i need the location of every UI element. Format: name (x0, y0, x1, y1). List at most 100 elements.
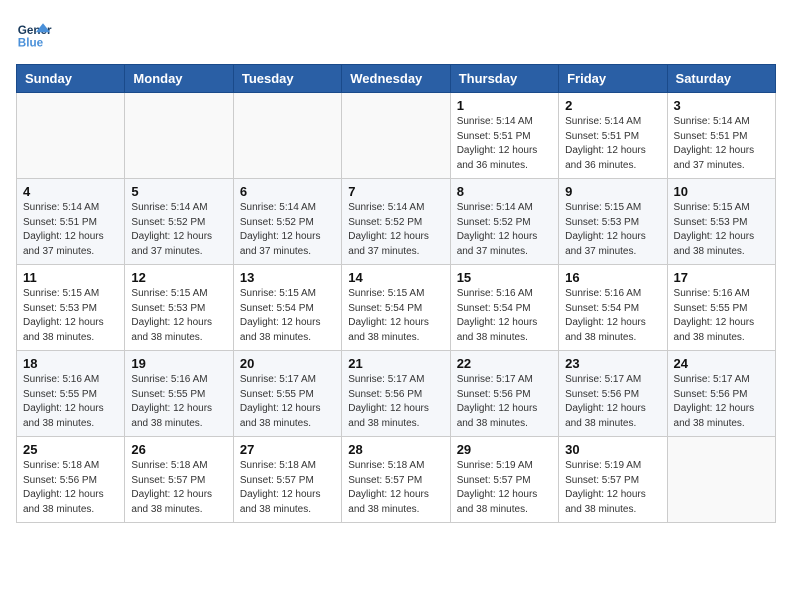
day-info: Sunrise: 5:15 AMSunset: 5:53 PMDaylight:… (131, 287, 226, 345)
calendar-day-cell (667, 437, 775, 523)
day-number: 5 (131, 184, 226, 199)
calendar-day-cell: 26Sunrise: 5:18 AMSunset: 5:57 PMDayligh… (125, 437, 233, 523)
logo: General Blue (16, 16, 58, 52)
day-number: 20 (240, 356, 335, 371)
day-number: 15 (457, 270, 552, 285)
calendar-week-row: 25Sunrise: 5:18 AMSunset: 5:56 PMDayligh… (17, 437, 776, 523)
day-number: 28 (348, 442, 443, 457)
weekday-header: Wednesday (342, 65, 450, 93)
day-info: Sunrise: 5:14 AMSunset: 5:52 PMDaylight:… (457, 201, 552, 259)
day-number: 26 (131, 442, 226, 457)
day-number: 14 (348, 270, 443, 285)
calendar-day-cell: 21 Sunrise: 5:17 AMSunset: 5:56 PMDayligh… (342, 351, 450, 437)
calendar-day-cell: 11 Sunrise: 5:15 AMSunset: 5:53 PMDayligh… (17, 265, 125, 351)
calendar-day-cell: 16Sunrise: 5:16 AMSunset: 5:54 PMDayligh… (559, 265, 667, 351)
calendar-day-cell: 24 Sunrise: 5:17 AMSunset: 5:56 PMDayligh… (667, 351, 775, 437)
day-number: 24 (674, 356, 769, 371)
day-info: Sunrise: 5:18 AMSunset: 5:56 PMDaylight:… (23, 459, 118, 517)
calendar-day-cell: 30 Sunrise: 5:19 AMSunset: 5:57 PMDayligh… (559, 437, 667, 523)
day-number: 9 (565, 184, 660, 199)
calendar-header-row: SundayMondayTuesdayWednesdayThursdayFrid… (17, 65, 776, 93)
day-info: Sunrise: 5:14 AMSunset: 5:51 PMDaylight:… (457, 115, 552, 173)
day-info: Sunrise: 5:15 AMSunset: 5:54 PMDaylight:… (348, 287, 443, 345)
day-number: 13 (240, 270, 335, 285)
day-number: 10 (674, 184, 769, 199)
day-info: Sunrise: 5:18 AMSunset: 5:57 PMDaylight:… (348, 459, 443, 517)
day-number: 7 (348, 184, 443, 199)
weekday-header: Friday (559, 65, 667, 93)
weekday-header: Sunday (17, 65, 125, 93)
day-info: Sunrise: 5:14 AMSunset: 5:52 PMDaylight:… (348, 201, 443, 259)
calendar-day-cell: 9 Sunrise: 5:15 AMSunset: 5:53 PMDaylight… (559, 179, 667, 265)
day-info: Sunrise: 5:14 AMSunset: 5:51 PMDaylight:… (23, 201, 118, 259)
day-info: Sunrise: 5:16 AMSunset: 5:55 PMDaylight:… (23, 373, 118, 431)
day-info: Sunrise: 5:17 AMSunset: 5:55 PMDaylight:… (240, 373, 335, 431)
calendar-day-cell (233, 93, 341, 179)
calendar-day-cell: 8 Sunrise: 5:14 AMSunset: 5:52 PMDaylight… (450, 179, 558, 265)
day-number: 23 (565, 356, 660, 371)
logo-icon: General Blue (16, 16, 52, 52)
day-number: 11 (23, 270, 118, 285)
day-info: Sunrise: 5:14 AMSunset: 5:51 PMDaylight:… (674, 115, 769, 173)
calendar-week-row: 18 Sunrise: 5:16 AMSunset: 5:55 PMDayligh… (17, 351, 776, 437)
day-info: Sunrise: 5:14 AMSunset: 5:52 PMDaylight:… (131, 201, 226, 259)
calendar-day-cell: 5 Sunrise: 5:14 AMSunset: 5:52 PMDaylight… (125, 179, 233, 265)
day-info: Sunrise: 5:16 AMSunset: 5:55 PMDaylight:… (131, 373, 226, 431)
day-number: 19 (131, 356, 226, 371)
day-number: 1 (457, 98, 552, 113)
day-number: 18 (23, 356, 118, 371)
day-info: Sunrise: 5:14 AMSunset: 5:51 PMDaylight:… (565, 115, 660, 173)
day-number: 30 (565, 442, 660, 457)
day-info: Sunrise: 5:17 AMSunset: 5:56 PMDaylight:… (565, 373, 660, 431)
calendar-table: SundayMondayTuesdayWednesdayThursdayFrid… (16, 64, 776, 523)
calendar-day-cell: 19 Sunrise: 5:16 AMSunset: 5:55 PMDayligh… (125, 351, 233, 437)
calendar-day-cell: 4 Sunrise: 5:14 AMSunset: 5:51 PMDaylight… (17, 179, 125, 265)
day-number: 6 (240, 184, 335, 199)
day-info: Sunrise: 5:15 AMSunset: 5:53 PMDaylight:… (674, 201, 769, 259)
day-info: Sunrise: 5:15 AMSunset: 5:53 PMDaylight:… (565, 201, 660, 259)
calendar-day-cell: 22 Sunrise: 5:17 AMSunset: 5:56 PMDayligh… (450, 351, 558, 437)
calendar-day-cell: 13 Sunrise: 5:15 AMSunset: 5:54 PMDayligh… (233, 265, 341, 351)
day-info: Sunrise: 5:17 AMSunset: 5:56 PMDaylight:… (457, 373, 552, 431)
calendar-day-cell (17, 93, 125, 179)
weekday-header: Tuesday (233, 65, 341, 93)
calendar-day-cell: 18 Sunrise: 5:16 AMSunset: 5:55 PMDayligh… (17, 351, 125, 437)
calendar-week-row: 4 Sunrise: 5:14 AMSunset: 5:51 PMDaylight… (17, 179, 776, 265)
calendar-day-cell: 27Sunrise: 5:18 AMSunset: 5:57 PMDayligh… (233, 437, 341, 523)
day-info: Sunrise: 5:15 AMSunset: 5:54 PMDaylight:… (240, 287, 335, 345)
calendar-day-cell: 12 Sunrise: 5:15 AMSunset: 5:53 PMDayligh… (125, 265, 233, 351)
day-info: Sunrise: 5:16 AMSunset: 5:55 PMDaylight:… (674, 287, 769, 345)
day-info: Sunrise: 5:16 AMSunset: 5:54 PMDaylight:… (565, 287, 660, 345)
calendar-day-cell: 29 Sunrise: 5:19 AMSunset: 5:57 PMDayligh… (450, 437, 558, 523)
day-number: 8 (457, 184, 552, 199)
calendar-week-row: 11 Sunrise: 5:15 AMSunset: 5:53 PMDayligh… (17, 265, 776, 351)
day-info: Sunrise: 5:19 AMSunset: 5:57 PMDaylight:… (565, 459, 660, 517)
calendar-day-cell: 20 Sunrise: 5:17 AMSunset: 5:55 PMDayligh… (233, 351, 341, 437)
page-header: General Blue (16, 16, 776, 52)
day-number: 29 (457, 442, 552, 457)
calendar-day-cell: 15Sunrise: 5:16 AMSunset: 5:54 PMDayligh… (450, 265, 558, 351)
day-number: 22 (457, 356, 552, 371)
day-info: Sunrise: 5:17 AMSunset: 5:56 PMDaylight:… (674, 373, 769, 431)
weekday-header: Thursday (450, 65, 558, 93)
calendar-day-cell: 7 Sunrise: 5:14 AMSunset: 5:52 PMDaylight… (342, 179, 450, 265)
day-info: Sunrise: 5:15 AMSunset: 5:53 PMDaylight:… (23, 287, 118, 345)
calendar-day-cell: 6 Sunrise: 5:14 AMSunset: 5:52 PMDaylight… (233, 179, 341, 265)
day-number: 12 (131, 270, 226, 285)
weekday-header: Saturday (667, 65, 775, 93)
day-number: 27 (240, 442, 335, 457)
calendar-day-cell (342, 93, 450, 179)
day-info: Sunrise: 5:14 AMSunset: 5:52 PMDaylight:… (240, 201, 335, 259)
calendar-day-cell: 3 Sunrise: 5:14 AMSunset: 5:51 PMDaylight… (667, 93, 775, 179)
day-number: 4 (23, 184, 118, 199)
calendar-day-cell: 23 Sunrise: 5:17 AMSunset: 5:56 PMDayligh… (559, 351, 667, 437)
calendar-day-cell: 25Sunrise: 5:18 AMSunset: 5:56 PMDayligh… (17, 437, 125, 523)
day-number: 3 (674, 98, 769, 113)
day-info: Sunrise: 5:19 AMSunset: 5:57 PMDaylight:… (457, 459, 552, 517)
calendar-day-cell: 1 Sunrise: 5:14 AMSunset: 5:51 PMDaylight… (450, 93, 558, 179)
svg-text:Blue: Blue (18, 37, 44, 50)
day-number: 21 (348, 356, 443, 371)
calendar-day-cell (125, 93, 233, 179)
day-info: Sunrise: 5:17 AMSunset: 5:56 PMDaylight:… (348, 373, 443, 431)
calendar-day-cell: 2Sunrise: 5:14 AMSunset: 5:51 PMDaylight… (559, 93, 667, 179)
